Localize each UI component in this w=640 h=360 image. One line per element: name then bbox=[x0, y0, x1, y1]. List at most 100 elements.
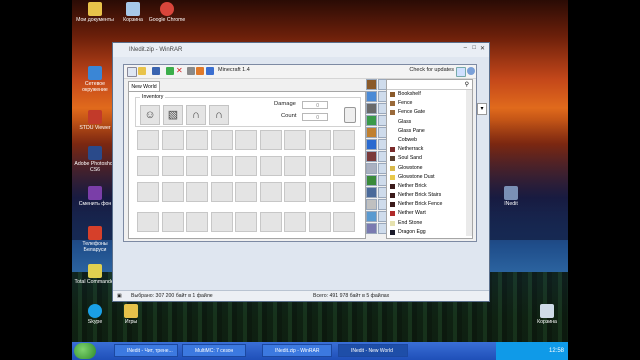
category-icon[interactable] bbox=[366, 127, 377, 138]
inventory-slot[interactable] bbox=[259, 156, 282, 176]
desktop-icon-inedit[interactable]: INedit bbox=[488, 186, 534, 207]
inventory-slot[interactable] bbox=[235, 182, 257, 202]
category-icon[interactable] bbox=[366, 139, 377, 150]
taskbar-button-inedit-guide[interactable]: INedit - Чит, трене... bbox=[114, 344, 178, 357]
inventory-slot[interactable] bbox=[210, 182, 233, 202]
inventory-slot[interactable] bbox=[235, 130, 257, 150]
item-row[interactable]: Bookshelf bbox=[387, 90, 472, 99]
boots-icon[interactable]: ∩ bbox=[209, 105, 229, 125]
inventory-slot[interactable] bbox=[308, 130, 331, 150]
inventory-slot[interactable] bbox=[161, 156, 184, 176]
item-row[interactable]: Soul Sand bbox=[387, 154, 472, 163]
close-icon[interactable]: ✕ bbox=[480, 45, 485, 52]
item-row[interactable]: Fence bbox=[387, 99, 472, 108]
inventory-slot[interactable] bbox=[186, 156, 208, 176]
inventory-slot[interactable] bbox=[284, 212, 306, 232]
inventory-slot[interactable] bbox=[284, 156, 306, 176]
window-icon[interactable] bbox=[456, 67, 466, 77]
delete-icon[interactable]: ✕ bbox=[176, 67, 184, 75]
item-row[interactable]: Nether Brick Stairs bbox=[387, 191, 472, 200]
desktop-icon-chrome[interactable]: Google Chrome bbox=[144, 2, 190, 23]
inventory-slot[interactable] bbox=[137, 156, 159, 176]
inventory-slot[interactable] bbox=[137, 130, 159, 150]
category-icon[interactable] bbox=[366, 211, 377, 222]
category-icon[interactable] bbox=[366, 115, 377, 126]
item-scrollbar[interactable] bbox=[466, 90, 472, 236]
winrar-titlebar[interactable]: INedit.zip - WinRAR bbox=[113, 43, 489, 57]
minimize-icon[interactable]: – bbox=[464, 45, 467, 51]
leggings-icon[interactable]: ∩ bbox=[186, 105, 206, 125]
item-row[interactable]: Cobweb bbox=[387, 136, 472, 145]
category-icon[interactable] bbox=[366, 103, 377, 114]
new-file-icon[interactable] bbox=[127, 67, 137, 77]
item-name: Soul Sand bbox=[398, 155, 422, 162]
chestplate-icon[interactable]: ▧ bbox=[163, 105, 183, 125]
category-icon[interactable] bbox=[366, 223, 377, 234]
inventory-slot[interactable] bbox=[333, 212, 355, 232]
item-row[interactable]: Glowstone bbox=[387, 164, 472, 173]
inventory-slot[interactable] bbox=[161, 212, 184, 232]
inventory-slot[interactable] bbox=[235, 212, 257, 232]
item-row[interactable]: Nether Wart bbox=[387, 209, 472, 218]
category-icon[interactable] bbox=[366, 91, 377, 102]
clock[interactable]: 12:58 bbox=[549, 348, 564, 354]
item-row[interactable]: Nether Brick Fence bbox=[387, 200, 472, 209]
inventory-slot[interactable] bbox=[186, 212, 208, 232]
inventory-slot[interactable] bbox=[284, 130, 306, 150]
taskbar-button-winrar[interactable]: INedit.zip - WinRAR bbox=[262, 344, 332, 357]
inventory-slot[interactable] bbox=[308, 156, 331, 176]
damage-stepper[interactable]: 0 bbox=[302, 101, 328, 109]
item-row[interactable]: Glass Pane bbox=[387, 127, 472, 136]
open-folder-icon[interactable] bbox=[138, 67, 146, 75]
desktop-icon-recycle-bin-2[interactable]: Корзина bbox=[524, 304, 568, 325]
inventory-slot[interactable] bbox=[210, 130, 233, 150]
inventory-slot[interactable] bbox=[308, 182, 331, 202]
inventory-slot[interactable] bbox=[210, 156, 233, 176]
item-search[interactable]: ⚲ bbox=[387, 80, 472, 90]
item-row[interactable]: Dragon Egg bbox=[387, 228, 472, 237]
inventory-slot[interactable] bbox=[259, 182, 282, 202]
package-icon[interactable] bbox=[196, 67, 204, 75]
item-row[interactable]: Glass bbox=[387, 118, 472, 127]
inventory-slot[interactable] bbox=[333, 182, 355, 202]
winrar-dropdown-icon[interactable]: ▾ bbox=[477, 103, 487, 115]
taskbar-button-multimc[interactable]: MultiMC: 7 сезон bbox=[182, 344, 246, 357]
category-icon[interactable] bbox=[366, 151, 377, 162]
item-row[interactable]: Netherrack bbox=[387, 145, 472, 154]
inventory-slot[interactable] bbox=[259, 212, 282, 232]
count-stepper[interactable]: 0 bbox=[302, 113, 328, 121]
inventory-slot[interactable] bbox=[308, 212, 331, 232]
category-icon[interactable] bbox=[366, 79, 377, 90]
trash-icon[interactable] bbox=[344, 107, 356, 123]
inventory-slot[interactable] bbox=[137, 182, 159, 202]
item-row[interactable]: Glowstone Dust bbox=[387, 173, 472, 182]
inventory-slot[interactable] bbox=[137, 212, 159, 232]
item-row[interactable]: End Stone bbox=[387, 219, 472, 228]
help-icon[interactable] bbox=[467, 67, 475, 75]
category-icon[interactable] bbox=[366, 175, 377, 186]
category-icon[interactable] bbox=[366, 187, 377, 198]
check-updates-link[interactable]: Check for updates bbox=[409, 67, 454, 73]
inventory-slot[interactable] bbox=[161, 182, 184, 202]
inventory-slot[interactable] bbox=[186, 130, 208, 150]
add-icon[interactable] bbox=[166, 67, 174, 75]
inventory-slot[interactable] bbox=[333, 156, 355, 176]
maximize-icon[interactable]: □ bbox=[472, 45, 476, 51]
inventory-slot[interactable] bbox=[333, 130, 355, 150]
inventory-slot[interactable] bbox=[161, 130, 184, 150]
inventory-slot[interactable] bbox=[210, 212, 233, 232]
save-icon[interactable] bbox=[152, 67, 160, 75]
item-row[interactable]: Fence Gate bbox=[387, 108, 472, 117]
inventory-slot[interactable] bbox=[259, 130, 282, 150]
taskbar-button-inedit[interactable]: INedit - New World bbox=[338, 344, 408, 357]
gear-icon[interactable] bbox=[187, 67, 195, 75]
helmet-icon[interactable]: ☺ bbox=[140, 105, 160, 125]
category-icon[interactable] bbox=[366, 199, 377, 210]
desktop-icon-games[interactable]: Игры bbox=[108, 304, 154, 325]
inventory-slot[interactable] bbox=[186, 182, 208, 202]
start-button[interactable] bbox=[74, 343, 96, 359]
inventory-slot[interactable] bbox=[284, 182, 306, 202]
inventory-slot[interactable] bbox=[235, 156, 257, 176]
item-row[interactable]: Nether Brick bbox=[387, 182, 472, 191]
category-icon[interactable] bbox=[366, 163, 377, 174]
